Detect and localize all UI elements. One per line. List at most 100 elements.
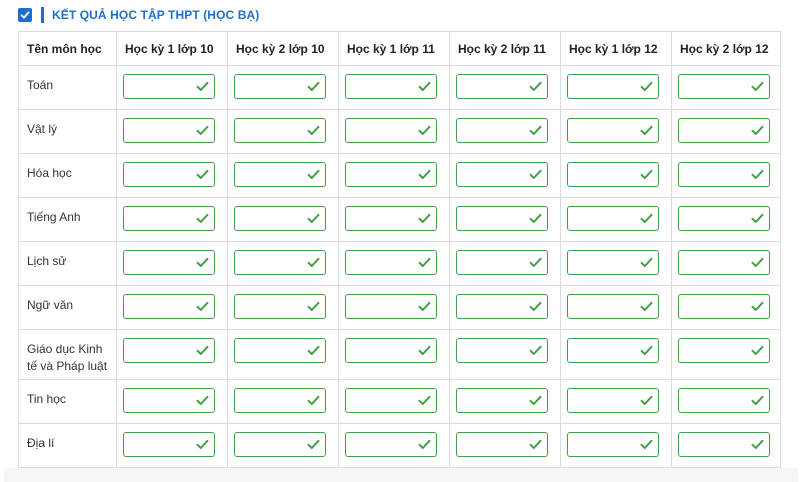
grade-cell: [449, 65, 561, 110]
grade-cell: [338, 109, 450, 154]
grade-cell: [449, 109, 561, 154]
grade-cell: [560, 329, 672, 380]
grade-input[interactable]: [567, 432, 659, 457]
grade-cell: [227, 65, 339, 110]
column-header: Học kỳ 1 lớp 11: [338, 31, 450, 66]
grade-cell: [449, 423, 561, 468]
grade-cell: [449, 285, 561, 330]
table-row: Hóa học: [18, 153, 781, 198]
grade-cell: [227, 197, 339, 242]
grade-cell: [560, 65, 672, 110]
grade-cell: [338, 329, 450, 380]
grade-input[interactable]: [123, 74, 215, 99]
grade-input[interactable]: [456, 294, 548, 319]
grade-input[interactable]: [567, 206, 659, 231]
grade-input[interactable]: [678, 338, 770, 363]
grade-input[interactable]: [123, 294, 215, 319]
check-icon: [307, 439, 320, 449]
column-header: Học kỳ 1 lớp 12: [560, 31, 672, 66]
grade-input[interactable]: [456, 162, 548, 187]
check-icon: [418, 395, 431, 405]
column-header: Tên môn học: [18, 31, 117, 66]
grade-cell: [116, 197, 228, 242]
grade-input[interactable]: [456, 388, 548, 413]
grade-input[interactable]: [345, 206, 437, 231]
grade-input[interactable]: [567, 388, 659, 413]
grade-cell: [338, 153, 450, 198]
grade-input[interactable]: [345, 250, 437, 275]
grade-input[interactable]: [678, 388, 770, 413]
grade-cell: [671, 153, 781, 198]
grade-input[interactable]: [567, 294, 659, 319]
subject-name: Lịch sử: [18, 241, 117, 286]
check-icon: [307, 345, 320, 355]
grade-input[interactable]: [567, 250, 659, 275]
column-header: Học kỳ 2 lớp 10: [227, 31, 339, 66]
grade-input[interactable]: [678, 74, 770, 99]
grade-cell: [671, 379, 781, 424]
grade-input[interactable]: [123, 388, 215, 413]
grade-input[interactable]: [345, 432, 437, 457]
subject-name: Ngữ văn: [18, 285, 117, 330]
grade-cell: [560, 153, 672, 198]
grade-input[interactable]: [234, 206, 326, 231]
column-header: Học kỳ 1 lớp 10: [116, 31, 228, 66]
grade-input[interactable]: [234, 162, 326, 187]
grade-input[interactable]: [234, 388, 326, 413]
check-icon: [196, 213, 209, 223]
grade-input[interactable]: [234, 118, 326, 143]
grade-input[interactable]: [456, 432, 548, 457]
grade-input[interactable]: [234, 338, 326, 363]
table-header-row: Tên môn học Học kỳ 1 lớp 10 Học kỳ 2 lớp…: [18, 31, 781, 66]
check-icon: [418, 257, 431, 267]
grade-input[interactable]: [678, 162, 770, 187]
column-header: Học kỳ 2 lớp 11: [449, 31, 561, 66]
grade-input[interactable]: [456, 118, 548, 143]
grade-cell: [671, 65, 781, 110]
grade-input[interactable]: [567, 74, 659, 99]
grade-input[interactable]: [345, 294, 437, 319]
grade-cell: [560, 241, 672, 286]
grade-input[interactable]: [234, 432, 326, 457]
grade-input[interactable]: [234, 74, 326, 99]
check-icon: [529, 213, 542, 223]
check-icon: [307, 81, 320, 91]
grade-input[interactable]: [345, 74, 437, 99]
grade-input[interactable]: [456, 206, 548, 231]
grade-input[interactable]: [123, 432, 215, 457]
grade-input[interactable]: [345, 338, 437, 363]
check-icon: [529, 257, 542, 267]
check-icon: [529, 125, 542, 135]
grade-input[interactable]: [345, 118, 437, 143]
check-icon: [751, 439, 764, 449]
grade-input[interactable]: [567, 118, 659, 143]
grade-input[interactable]: [678, 118, 770, 143]
grade-input[interactable]: [123, 206, 215, 231]
check-icon: [418, 439, 431, 449]
section-checkbox[interactable]: [18, 8, 32, 22]
grade-input[interactable]: [123, 162, 215, 187]
grade-input[interactable]: [567, 162, 659, 187]
grades-table: Tên môn học Học kỳ 1 lớp 10 Học kỳ 2 lớp…: [18, 31, 781, 468]
grade-input[interactable]: [123, 118, 215, 143]
grade-input[interactable]: [345, 162, 437, 187]
grade-input[interactable]: [234, 250, 326, 275]
grade-input[interactable]: [567, 338, 659, 363]
grade-input[interactable]: [234, 294, 326, 319]
grade-input[interactable]: [678, 294, 770, 319]
grade-input[interactable]: [678, 432, 770, 457]
grade-cell: [449, 197, 561, 242]
subject-name: Tiếng Anh: [18, 197, 117, 242]
grade-input[interactable]: [678, 206, 770, 231]
grade-input[interactable]: [456, 338, 548, 363]
grade-input[interactable]: [123, 250, 215, 275]
grade-cell: [338, 241, 450, 286]
grade-input[interactable]: [456, 74, 548, 99]
grade-input[interactable]: [345, 388, 437, 413]
grade-input[interactable]: [456, 250, 548, 275]
grade-input[interactable]: [678, 250, 770, 275]
grade-input[interactable]: [123, 338, 215, 363]
subject-name: Toán: [18, 65, 117, 110]
grade-cell: [560, 285, 672, 330]
subject-name: Vật lý: [18, 109, 117, 154]
